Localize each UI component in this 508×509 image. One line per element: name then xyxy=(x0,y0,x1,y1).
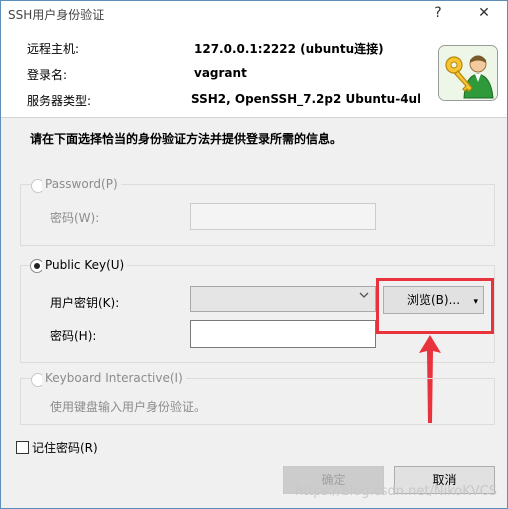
passphrase-label: 密码(H): xyxy=(50,329,97,343)
publickey-radio-label: Public Key(U) xyxy=(42,258,128,272)
ssh-auth-dialog: SSH用户身份验证 ? ✕ 远程主机: 127.0.0.1:2222 (ubun… xyxy=(0,0,508,509)
session-info-panel: 远程主机: 127.0.0.1:2222 (ubuntu连接) 登录名: vag… xyxy=(1,26,507,118)
chevron-down-icon xyxy=(359,290,369,303)
title-bar: SSH用户身份验证 ? ✕ xyxy=(1,1,507,26)
instruction-text: 请在下面选择恰当的身份验证方法并提供登录所需的信息。 xyxy=(30,132,343,146)
login-value: vagrant xyxy=(194,66,247,80)
userkey-label: 用户密钥(K): xyxy=(50,296,120,310)
annotation-highlight-box xyxy=(376,278,494,334)
user-key-icon xyxy=(438,45,498,101)
radio-selected-dot xyxy=(34,263,40,269)
password-radio-label: Password(P) xyxy=(42,177,121,191)
keyboard-description: 使用键盘输入用户身份验证。 xyxy=(50,400,207,414)
window-title: SSH用户身份验证 xyxy=(8,8,105,22)
remember-checkbox[interactable] xyxy=(16,441,29,454)
keyboard-radio-label: Keyboard Interactive(I) xyxy=(42,371,186,385)
close-button[interactable]: ✕ xyxy=(473,4,495,22)
userkey-combobox[interactable] xyxy=(190,286,376,312)
server-type-value: SSH2, OpenSSH_7.2p2 Ubuntu-4ubuntu2 xyxy=(191,92,420,106)
help-button[interactable]: ? xyxy=(427,4,449,22)
login-label: 登录名: xyxy=(27,68,68,82)
passphrase-input[interactable] xyxy=(190,320,376,348)
password-label: 密码(W): xyxy=(50,211,100,225)
watermark-text: https://blog.csdn.net/NikoKVCS xyxy=(294,484,497,499)
host-value: 127.0.0.1:2222 (ubuntu连接) xyxy=(194,42,384,56)
host-label: 远程主机: xyxy=(27,42,80,56)
password-input[interactable] xyxy=(190,203,376,230)
remember-label: 记住密码(R) xyxy=(32,441,98,455)
server-type-label: 服务器类型: xyxy=(27,94,92,108)
